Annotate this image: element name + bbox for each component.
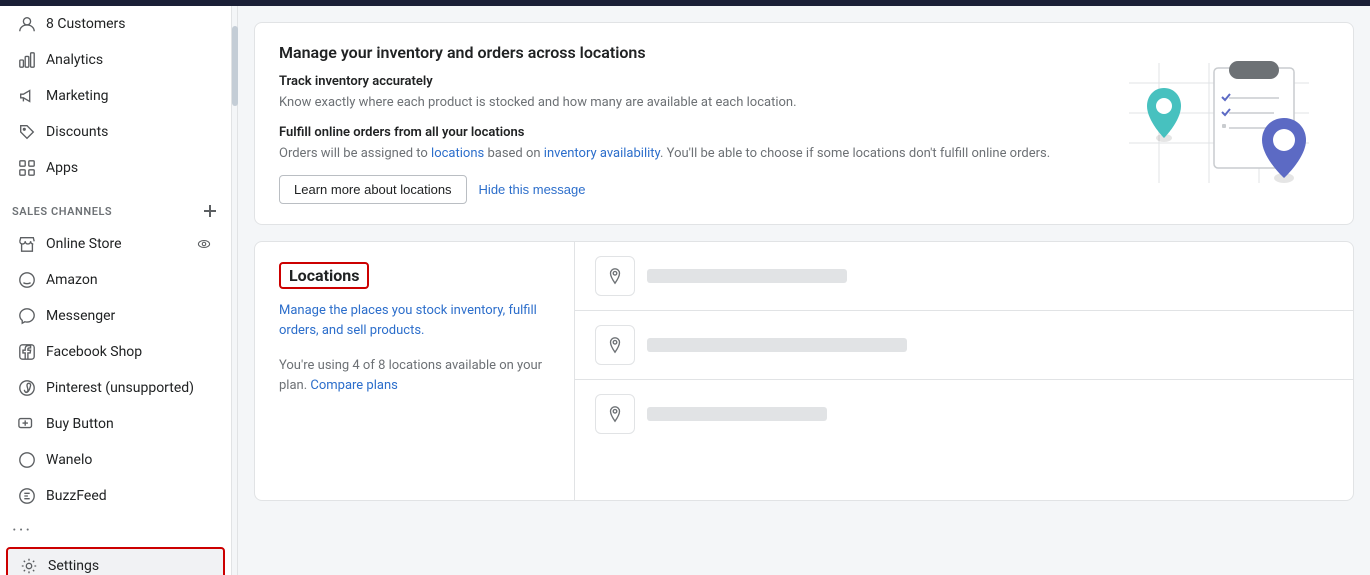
buzzfeed-label: BuzzFeed xyxy=(46,488,107,504)
eye-icon xyxy=(195,235,213,253)
sidebar-item-discounts[interactable]: Discounts xyxy=(6,115,225,149)
sidebar-item-online-store[interactable]: Online Store xyxy=(6,227,225,261)
sidebar-item-customers[interactable]: 8 Customers xyxy=(6,7,225,41)
sidebar-item-amazon[interactable]: Amazon xyxy=(6,263,225,297)
track-inventory-desc: Know exactly where each product is stock… xyxy=(279,93,1093,113)
sidebar-item-apps[interactable]: Apps xyxy=(6,151,225,185)
pinterest-label: Pinterest (unsupported) xyxy=(46,380,194,396)
track-inventory-title: Track inventory accurately xyxy=(279,74,1093,89)
analytics-label: Analytics xyxy=(46,52,103,68)
locations-desc: Manage the places you stock inventory, f… xyxy=(279,301,550,340)
amazon-label: Amazon xyxy=(46,272,98,288)
table-row xyxy=(575,311,1353,380)
info-banner: Manage your inventory and orders across … xyxy=(254,22,1354,225)
apps-icon xyxy=(18,159,36,177)
sidebar-item-wanelo[interactable]: Wanelo xyxy=(6,443,225,477)
buy-button-label: Buy Button xyxy=(46,416,114,432)
messenger-icon xyxy=(18,307,36,325)
buzzfeed-icon xyxy=(18,487,36,505)
pinterest-icon xyxy=(18,379,36,397)
locations-usage: You're using 4 of 8 locations available … xyxy=(279,356,550,395)
location-name-placeholder xyxy=(647,269,847,283)
sidebar-item-buy-button[interactable]: Buy Button xyxy=(6,407,225,441)
table-row xyxy=(575,380,1353,448)
banner-title: Manage your inventory and orders across … xyxy=(279,43,1093,62)
gear-icon xyxy=(20,557,38,575)
compare-plans-link[interactable]: Compare plans xyxy=(310,378,397,393)
location-pin-icon xyxy=(595,394,635,434)
customers-label: 8 Customers xyxy=(46,16,126,32)
locations-list xyxy=(575,242,1353,500)
sales-channels-header: SALES CHANNELS xyxy=(0,186,231,226)
learn-more-button[interactable]: Learn more about locations xyxy=(279,175,467,204)
buy-button-icon xyxy=(18,415,36,433)
locations-section: Locations Manage the places you stock in… xyxy=(254,241,1354,501)
sidebar: 8 Customers Analytics xyxy=(0,6,232,575)
hide-message-button[interactable]: Hide this message xyxy=(479,182,586,197)
online-store-label: Online Store xyxy=(46,236,122,252)
facebook-shop-label: Facebook Shop xyxy=(46,344,142,360)
person-icon xyxy=(18,15,36,33)
amazon-icon xyxy=(18,271,36,289)
wanelo-label: Wanelo xyxy=(46,452,92,468)
locations-title-box: Locations xyxy=(279,262,369,289)
sidebar-item-pinterest[interactable]: Pinterest (unsupported) xyxy=(6,371,225,405)
messenger-label: Messenger xyxy=(46,308,115,324)
marketing-label: Marketing xyxy=(46,88,109,104)
locations-title: Locations xyxy=(289,266,359,285)
chart-icon xyxy=(18,51,36,69)
sidebar-item-analytics[interactable]: Analytics xyxy=(6,43,225,77)
banner-illustration xyxy=(1109,43,1329,203)
location-pin-icon xyxy=(595,256,635,296)
store-icon xyxy=(18,235,36,253)
table-row xyxy=(575,242,1353,311)
sidebar-item-settings[interactable]: Settings xyxy=(6,547,225,575)
location-pin-icon xyxy=(595,325,635,365)
wanelo-icon xyxy=(18,451,36,469)
fulfill-orders-title: Fulfill online orders from all your loca… xyxy=(279,125,1093,140)
fulfill-orders-desc: Orders will be assigned to locations bas… xyxy=(279,144,1093,164)
sidebar-item-buzzfeed[interactable]: BuzzFeed xyxy=(6,479,225,513)
facebook-icon xyxy=(18,343,36,361)
megaphone-icon xyxy=(18,87,36,105)
add-sales-channel-button[interactable] xyxy=(201,202,219,220)
main-content: Manage your inventory and orders across … xyxy=(238,6,1370,575)
discounts-label: Discounts xyxy=(46,124,108,140)
location-name-placeholder xyxy=(647,338,907,352)
more-items-button[interactable]: ··· xyxy=(0,514,231,547)
settings-label: Settings xyxy=(48,558,99,574)
sidebar-item-messenger[interactable]: Messenger xyxy=(6,299,225,333)
tag-icon xyxy=(18,123,36,141)
location-name-placeholder xyxy=(647,407,827,421)
sidebar-item-marketing[interactable]: Marketing xyxy=(6,79,225,113)
sidebar-item-facebook-shop[interactable]: Facebook Shop xyxy=(6,335,225,369)
apps-label: Apps xyxy=(46,160,78,176)
banner-actions: Learn more about locations Hide this mes… xyxy=(279,175,1093,204)
locations-info: Locations Manage the places you stock in… xyxy=(255,242,575,500)
